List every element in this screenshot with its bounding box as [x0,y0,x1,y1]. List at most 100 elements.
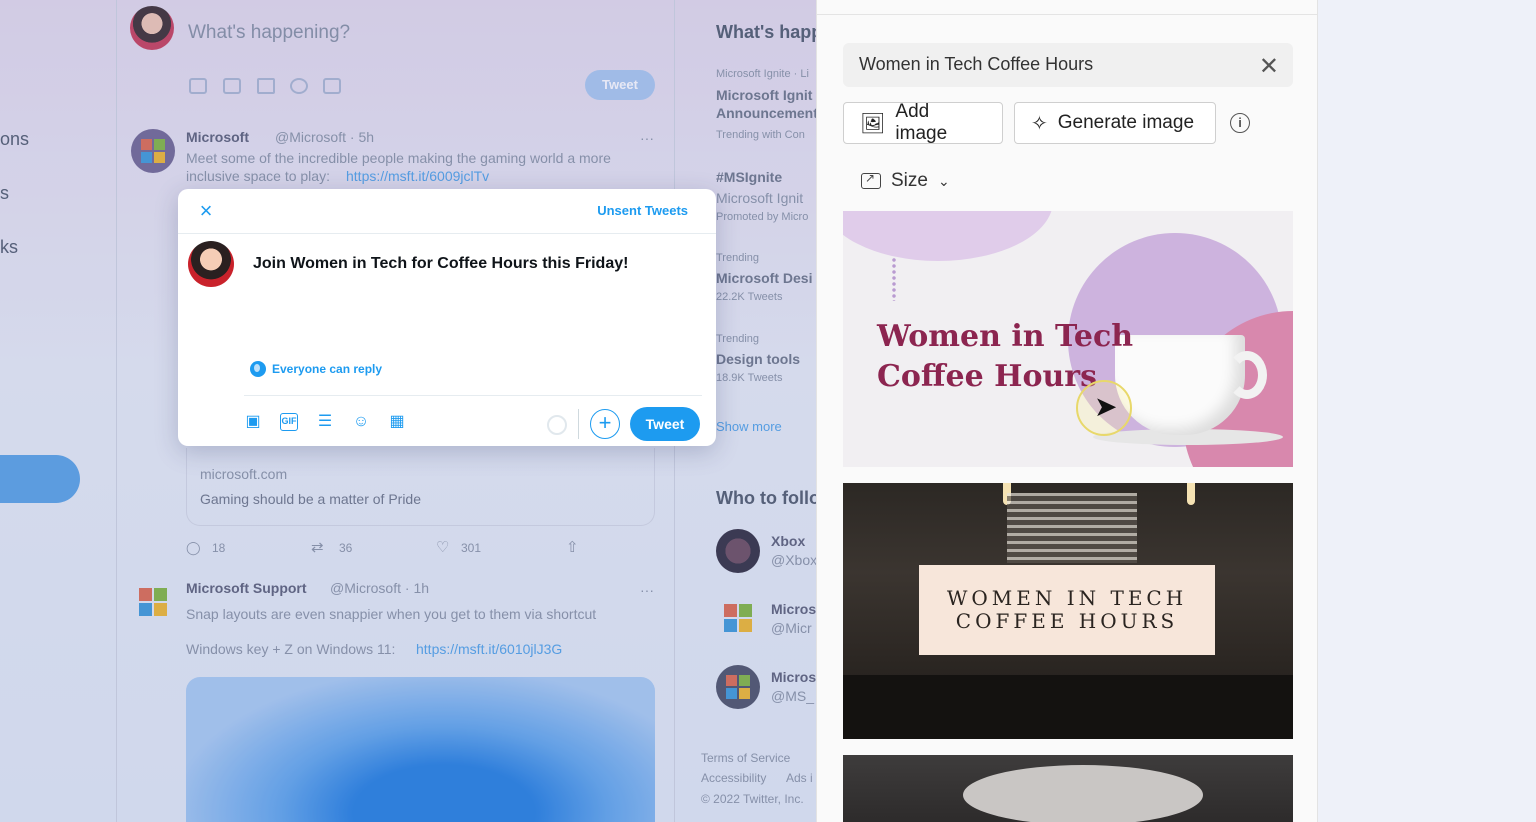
size-dropdown[interactable]: Size ⌄ [861,170,950,192]
trend-extra: 22.2K Tweets [716,291,783,303]
microsoft-support-logo[interactable] [139,588,167,616]
trend-extra: Promoted by Micro [716,211,809,223]
more-icon[interactable]: ··· [640,130,654,146]
nav-fragment[interactable]: ks [0,237,18,258]
footer-copyright: © 2022 Twitter, Inc. [701,792,804,806]
trend-extra: 18.9K Tweets [716,372,783,384]
info-icon[interactable]: i [1230,113,1250,133]
trend-title[interactable]: Microsoft Ignit [716,87,812,103]
nav-fragment[interactable]: ons [0,129,29,150]
generate-image-button[interactable]: ✧ Generate image [1014,102,1216,144]
avatar[interactable] [188,241,234,287]
background-tweet-button[interactable]: Tweet [585,70,655,100]
trend-title[interactable]: Microsoft Ignit [716,190,803,206]
emoji-icon[interactable] [290,78,308,94]
footer-link[interactable]: Accessibility [701,771,766,785]
schedule-icon[interactable] [323,78,341,94]
tweet-text: Windows key + Z on Windows 11: [186,641,396,657]
tweet-author[interactable]: Microsoft Support [186,580,307,596]
divider [178,233,716,234]
account-name[interactable]: Micros [771,669,816,685]
compose-placeholder[interactable]: What's happening? [188,22,350,44]
image-plus-icon: 🖼 [860,112,886,135]
like-icon[interactable]: ♡ [436,538,449,556]
compose-dialog: × Unsent Tweets Join Women in Tech for C… [178,189,716,446]
reply-setting[interactable]: Everyone can reply [250,361,382,377]
poll-icon[interactable] [257,78,275,94]
gif-icon[interactable] [223,78,241,94]
tweet-link[interactable]: https://msft.it/6010jlJ3G [416,641,562,657]
add-image-button[interactable]: 🖼 Add image [843,101,1003,144]
trend-title[interactable]: Design tools [716,351,800,367]
emoji-icon[interactable]: ☺ [352,413,370,431]
microsoft-logo[interactable] [724,604,752,632]
unsent-tweets-link[interactable]: Unsent Tweets [597,203,688,218]
retweet-count: 36 [339,541,353,555]
nav-fragment[interactable]: s [0,183,9,204]
trend-meta: Microsoft Ignite · Li [716,68,809,80]
tweet-text: Snap layouts are even snappier when you … [186,606,597,622]
decorative-shape [843,211,1053,261]
designer-panel: ✕ 🖼 Add image ✧ Generate image i Size ⌄ … [816,0,1318,822]
tweet-link[interactable]: https://msft.it/6009jclTv [346,168,489,184]
decorative-dots [891,257,897,301]
avatar[interactable] [716,529,760,573]
account-name[interactable]: Xbox [771,533,805,549]
trend-title[interactable]: Microsoft Desi [716,270,812,286]
character-counter [547,415,567,435]
share-icon[interactable]: ⇧ [566,538,579,556]
footer-link[interactable]: Ads i [786,771,813,785]
design-result-card[interactable] [843,755,1293,822]
more-icon[interactable]: ··· [640,582,654,598]
close-icon[interactable]: × [196,200,216,222]
trend-title[interactable]: #MSIgnite [716,169,782,185]
clear-icon[interactable]: ✕ [1259,52,1279,81]
tweet-author[interactable]: Microsoft [186,129,249,145]
tweet-handle: @Microsoft · 5h [275,129,375,145]
account-handle: @Micr [771,620,812,636]
prompt-field[interactable]: ✕ [843,43,1293,87]
resize-icon [861,171,881,189]
poll-icon[interactable]: ☰ [316,413,334,431]
account-handle: @MS_ [771,688,814,704]
footer-link[interactable]: Terms of Service [701,751,790,765]
tweet-text-input[interactable]: Join Women in Tech for Coffee Hours this… [253,255,628,273]
lamp-image [1187,483,1195,505]
column-divider [116,0,117,822]
design-result-card[interactable]: Women in Tech Coffee Hours [843,211,1293,467]
prompt-input[interactable] [859,54,1239,75]
schedule-icon[interactable]: ▦ [388,413,406,431]
cup-handle-image [1227,351,1267,399]
avatar[interactable] [716,665,760,709]
card-domain: microsoft.com [200,466,288,482]
sparkle-icon: ✧ [1031,112,1048,135]
trend-meta: Trending [716,333,760,345]
add-image-label: Add image [895,101,948,144]
image-icon[interactable] [189,78,207,94]
avatar[interactable] [130,6,174,50]
nav-tweet-button[interactable] [0,455,80,503]
tweet-button[interactable]: Tweet [630,407,700,441]
generate-image-label: Generate image [1057,112,1195,133]
show-more-link[interactable]: Show more [716,419,782,434]
reply-setting-label: Everyone can reply [272,362,383,376]
trend-meta: Trending [716,252,760,264]
design-title: WOMEN IN TECH COFFEE HOURS [919,565,1215,655]
like-count: 301 [461,541,482,555]
image-icon[interactable]: ▣ [244,413,262,431]
retweet-icon[interactable]: ⇄ [311,538,324,556]
link-card[interactable] [186,448,655,526]
design-title-line: WOMEN IN TECH [946,586,1188,610]
add-tweet-button[interactable]: + [590,409,620,439]
design-result-card[interactable]: WOMEN IN TECH COFFEE HOURS [843,483,1293,739]
divider [578,409,579,439]
chevron-down-icon: ⌄ [937,172,950,189]
reply-icon[interactable]: ◯ [186,540,201,556]
account-name[interactable]: Micros [771,601,816,617]
trend-title[interactable]: Announcement [716,105,816,121]
microsoft-avatar[interactable] [131,129,175,173]
gif-icon[interactable]: GIF [280,413,298,431]
tweet-image[interactable] [186,677,655,822]
size-label: Size [891,170,928,191]
globe-icon [250,361,266,377]
